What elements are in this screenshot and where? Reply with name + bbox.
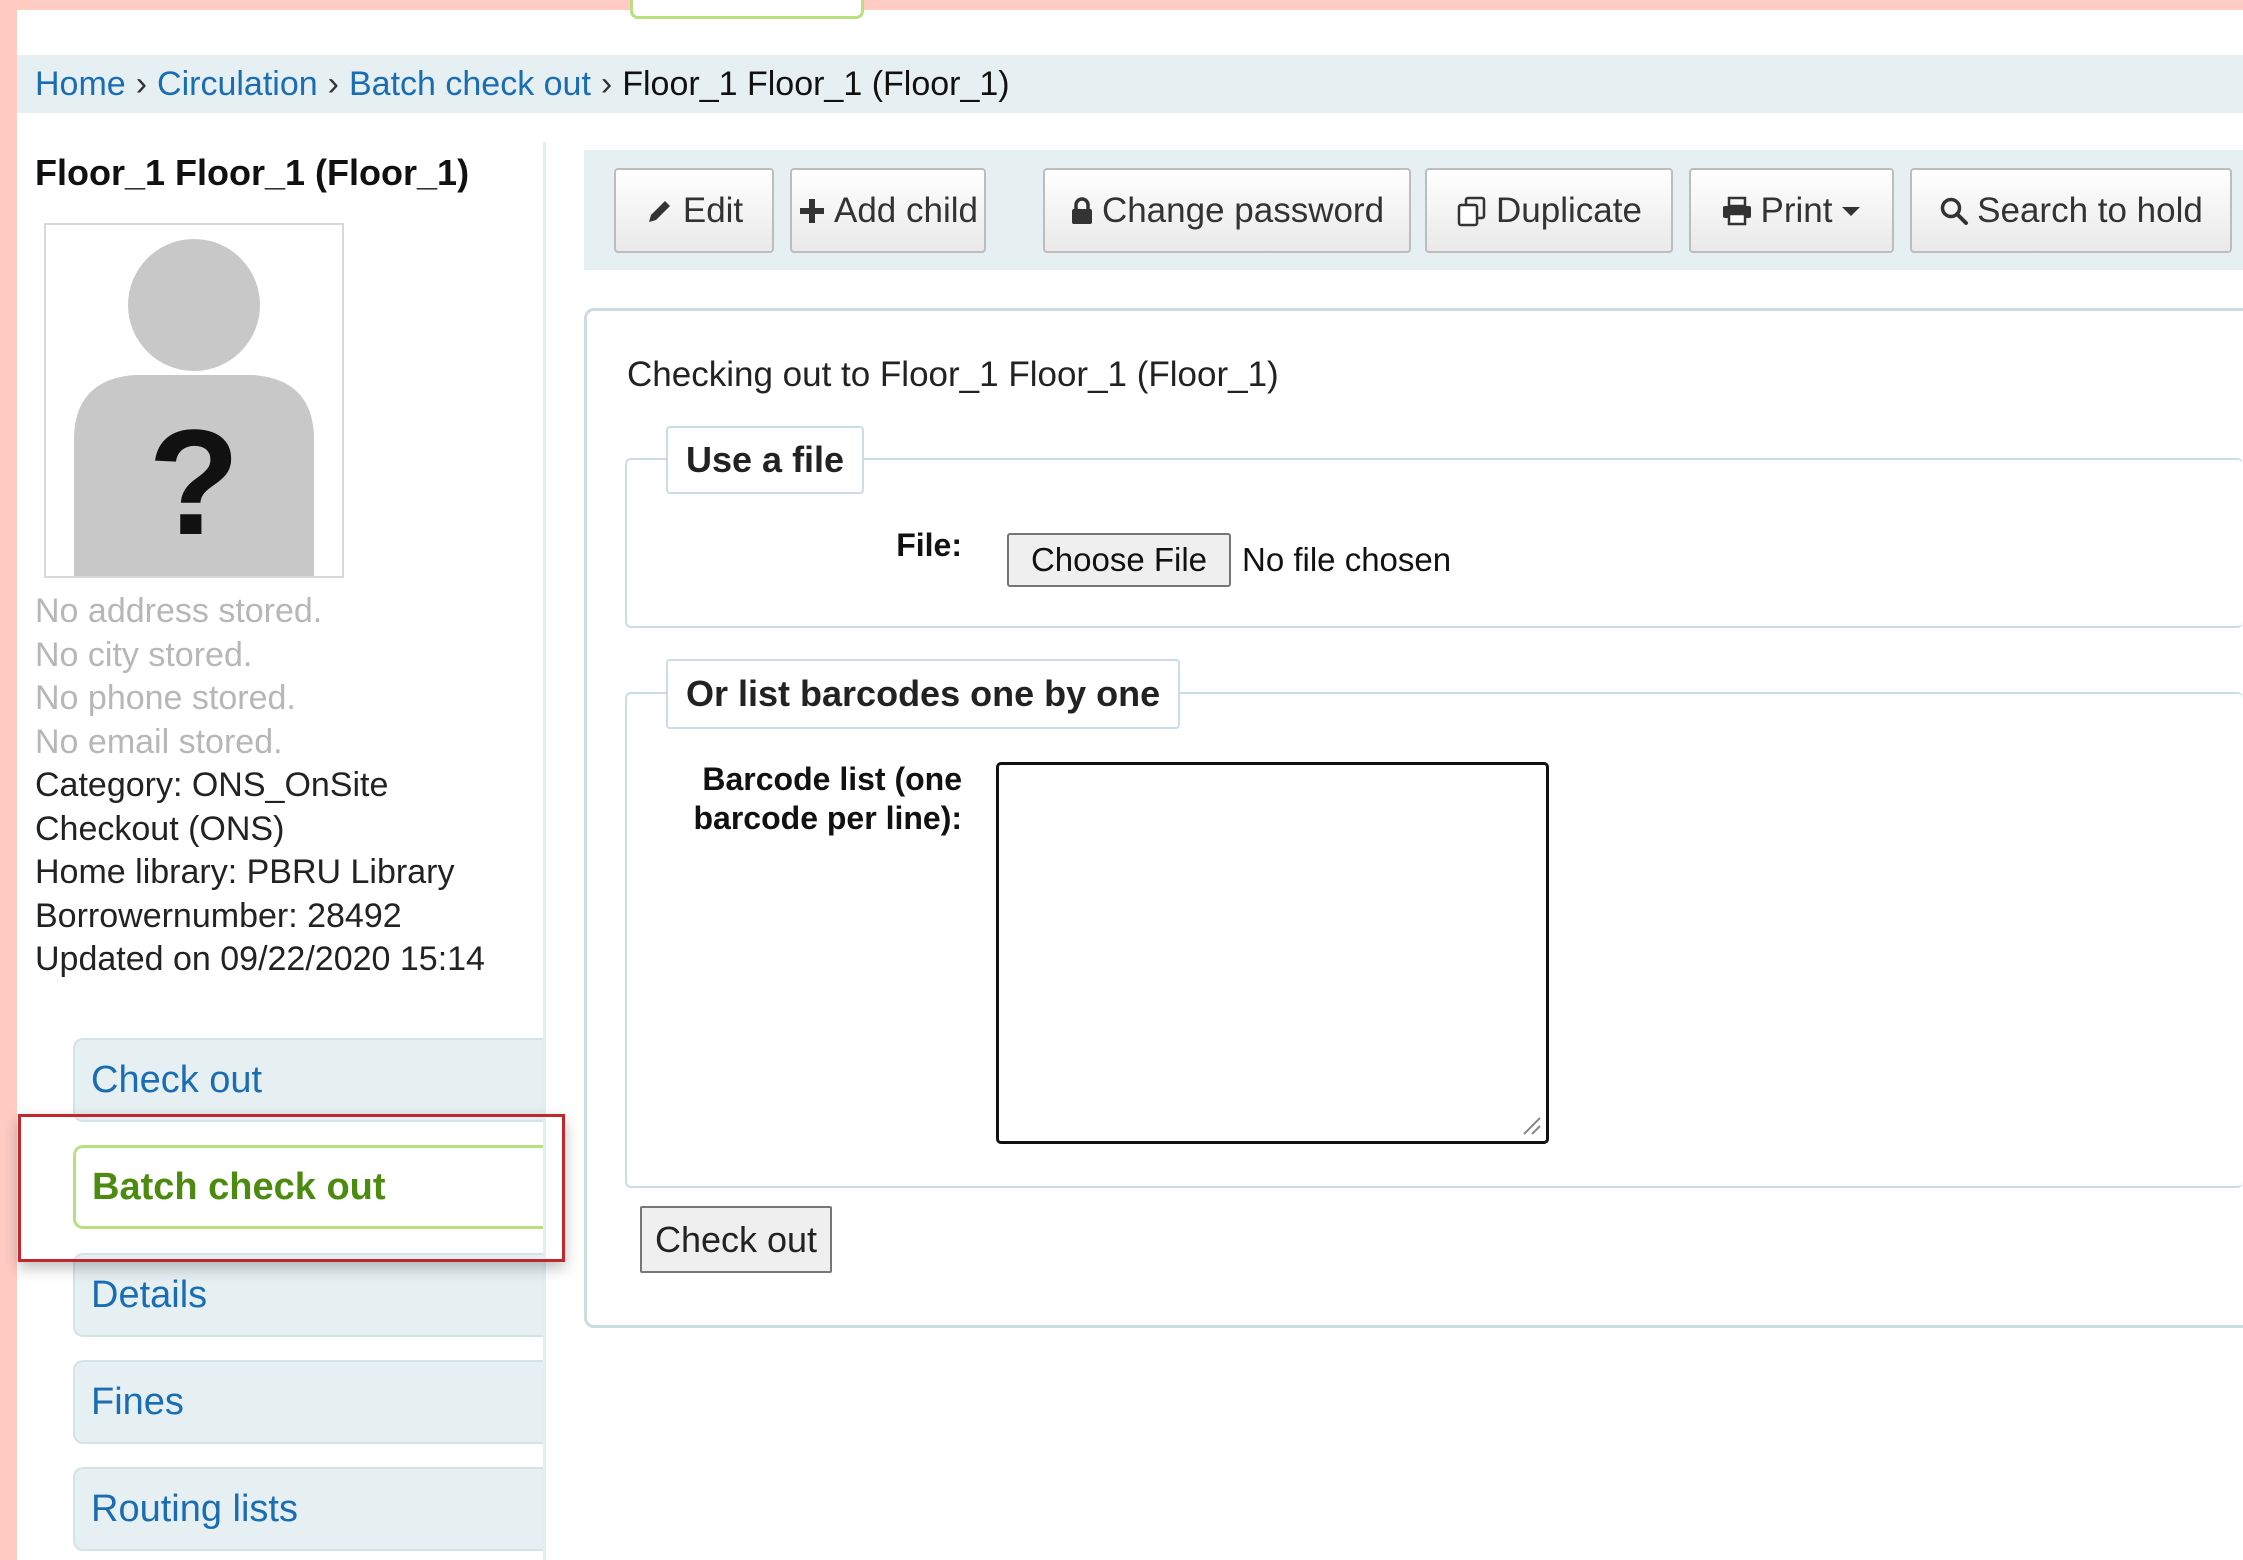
use-file-legend: Use a file [666,426,865,494]
breadcrumb: Home › Circulation › Batch check out › F… [17,55,2243,113]
barcode-list-textarea[interactable] [996,762,1549,1144]
copy-icon [1457,196,1486,226]
search-to-hold-button[interactable]: Search to hold [1910,168,2232,253]
barcode-list-legend: Or list barcodes one by one [666,659,1181,729]
breadcrumb-current: Floor_1 Floor_1 (Floor_1) [622,64,1010,103]
lock-icon [1071,196,1092,224]
patron-address: No address stored. [35,592,323,630]
column-divider [543,142,546,1560]
no-file-chosen-text: No file chosen [1242,541,1452,578]
add-child-button-label: Add child [834,190,978,230]
nav-tab-label: Details [91,1273,208,1316]
edit-button-label: Edit [682,190,744,230]
patron-category: Category: ONS_OnSite [35,766,389,804]
patron-info: No address stored. No city stored. No ph… [35,590,535,982]
search-to-hold-button-label: Search to hold [1977,190,2203,230]
breadcrumb-separator: › [327,64,339,103]
patron-category-cont: Checkout (ONS) [35,809,285,848]
nav-tab-label: Fines [91,1380,184,1423]
patron-borrowernumber: Borrowernumber: 28492 [35,896,402,935]
barcode-list-label: Barcode list (one barcode per line): [630,760,963,838]
patron-toolbar: Edit Add child Change password Duplicate… [584,150,2243,270]
change-password-button[interactable]: Change password [1043,168,1411,253]
barcode-list-label-line2: barcode per line): [693,800,963,836]
patron-email: No email stored. [35,722,283,761]
search-icon [1940,197,1969,225]
patron-updated: Updated on 09/22/2020 15:14 [35,940,485,978]
patron-name: Floor_1 Floor_1 (Floor_1) [35,152,470,193]
add-child-button[interactable]: Add child [790,168,986,253]
file-label: File: [896,527,962,563]
checking-out-heading: Checking out to Floor_1 Floor_1 (Floor_1… [627,355,1279,394]
pencil-icon [648,200,670,222]
print-button-label: Print [1760,190,1833,230]
screenshot-frame-left [0,0,17,1560]
checkout-submit-button[interactable]: Check out [640,1206,832,1273]
change-password-button-label: Change password [1101,190,1385,230]
nav-tab-fines[interactable]: Fines [73,1360,543,1444]
avatar-question-mark: ? [148,398,240,566]
breadcrumb-batch-checkout[interactable]: Batch check out [349,65,591,104]
plus-icon [800,198,824,223]
duplicate-button-label: Duplicate [1496,190,1642,230]
breadcrumb-separator: › [600,64,613,103]
nav-tab-details[interactable]: Details [73,1253,543,1337]
barcode-list-label-line1: Barcode list (one [702,761,962,797]
nav-tab-label: Routing lists [91,1487,298,1530]
print-button[interactable]: Print [1689,168,1894,253]
edit-button[interactable]: Edit [614,168,774,253]
resize-grip-icon[interactable] [1518,1112,1542,1136]
annotation-highlight-box [18,1114,565,1262]
top-tab-remnant [630,0,864,19]
patron-phone: No phone stored. [35,679,296,717]
choose-file-button[interactable]: Choose File [1007,533,1231,587]
breadcrumb-circulation[interactable]: Circulation [157,65,318,104]
breadcrumb-separator: › [135,64,148,103]
patron-city: No city stored. [35,635,253,674]
patron-photo: ? [44,223,344,578]
printer-icon [1722,196,1751,225]
duplicate-button[interactable]: Duplicate [1425,168,1673,253]
screenshot-frame-top [0,0,2243,10]
nav-tab-label: Check out [91,1058,263,1101]
nav-tab-routing-lists[interactable]: Routing lists [73,1467,543,1551]
nav-tab-checkout[interactable]: Check out [73,1038,543,1122]
breadcrumb-home[interactable]: Home [35,65,126,104]
patron-home-library: Home library: PBRU Library [35,853,455,891]
caret-down-icon [1842,206,1861,216]
